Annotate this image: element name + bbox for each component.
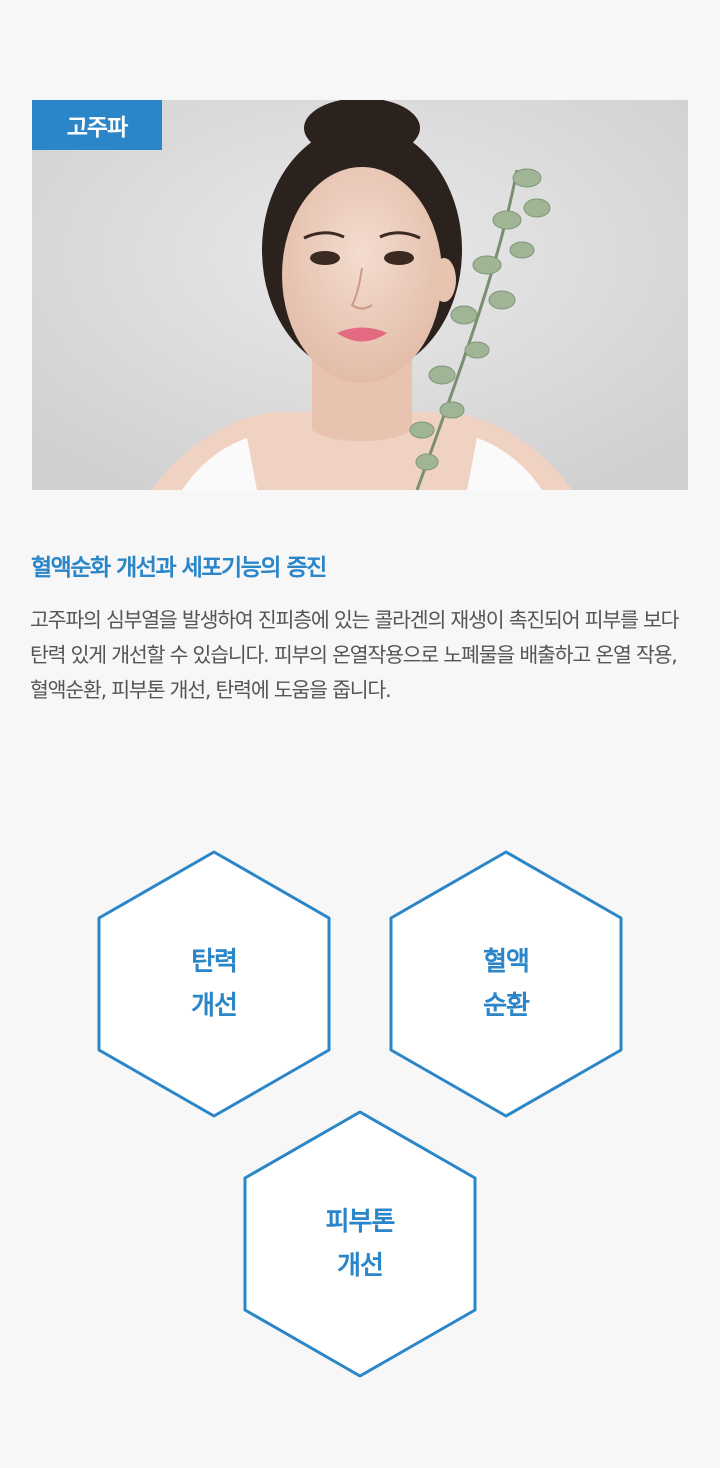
hero-photo (32, 100, 688, 490)
benefit-circulation-hexagon: 혈액 순환 (389, 850, 623, 1118)
benefit-label-line2: 개선 (191, 991, 238, 1021)
benefit-label-line2: 개선 (337, 1251, 384, 1281)
benefit-label-line1: 혈액 (483, 947, 530, 977)
section-description: 고주파의 심부열을 발생하여 진피층에 있는 콜라겐의 재생이 촉진되어 피부를… (30, 608, 679, 702)
benefit-label-line2: 순환 (483, 991, 530, 1021)
benefit-skintone-hexagon: 피부톤 개선 (243, 1110, 477, 1378)
section-headline: 혈액순화 개선과 세포기능의 증진 (31, 555, 327, 581)
benefit-label-line1: 탄력 (191, 947, 238, 977)
category-badge: 고주파 (32, 100, 162, 150)
benefit-elasticity-hexagon: 탄력 개선 (97, 850, 331, 1118)
benefit-label-line1: 피부톤 (325, 1207, 396, 1237)
